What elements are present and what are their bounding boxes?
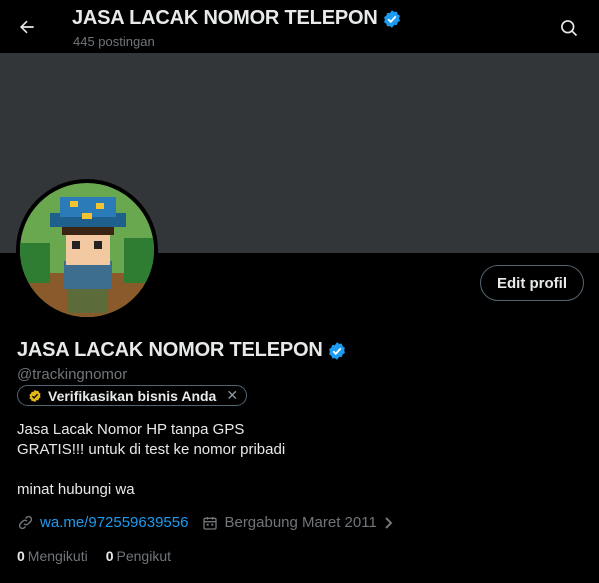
following-count: 0 (17, 548, 25, 564)
chevron-right-icon (385, 516, 393, 529)
following-link[interactable]: 0 Mengikuti (17, 548, 88, 564)
header-title: JASA LACAK NOMOR TELEPON (72, 7, 402, 30)
display-name-text: JASA LACAK NOMOR TELEPON (17, 339, 323, 361)
follow-stats: 0 Mengikuti 0 Pengikut (17, 548, 171, 564)
calendar-icon (203, 516, 218, 530)
post-count: 445 postingan (73, 34, 155, 49)
edit-profile-button[interactable]: Edit profil (480, 265, 584, 301)
following-label: Mengikuti (27, 548, 88, 564)
gold-check-icon (29, 389, 41, 402)
avatar-image (20, 183, 154, 317)
user-handle: @trackingnomor (17, 366, 128, 383)
avatar[interactable] (16, 179, 158, 321)
verify-business-chip[interactable]: Verifikasikan bisnis Anda ✕ (17, 385, 248, 406)
profile-bio: Jasa Lacak Nomor HP tanpa GPS GRATIS!!! … (17, 421, 286, 498)
search-button[interactable] (553, 12, 585, 44)
followers-label: Pengikut (116, 548, 171, 564)
verified-badge-icon (383, 9, 400, 28)
header-title-text: JASA LACAK NOMOR TELEPON (72, 7, 378, 29)
profile-meta: wa.me/972559639556 Bergabung Maret 2011 (17, 514, 409, 531)
top-bar: JASA LACAK NOMOR TELEPON 445 postingan (0, 0, 599, 53)
back-button[interactable] (10, 10, 44, 44)
close-icon[interactable]: ✕ (226, 387, 238, 404)
link-icon (18, 515, 33, 530)
followers-count: 0 (105, 548, 114, 564)
back-arrow-icon (20, 20, 34, 34)
website-item: wa.me/972559639556 (17, 514, 188, 531)
display-name: JASA LACAK NOMOR TELEPON (17, 339, 347, 362)
verified-badge-icon[interactable] (327, 341, 347, 361)
joined-date: Bergabung Maret 2011 (224, 514, 377, 531)
website-link[interactable]: wa.me/972559639556 (40, 514, 188, 531)
search-icon (561, 20, 578, 37)
verify-chip-label: Verifikasikan bisnis Anda (48, 387, 217, 404)
joined-item[interactable]: Bergabung Maret 2011 (202, 514, 394, 531)
followers-link[interactable]: 0 Pengikut (106, 548, 171, 564)
